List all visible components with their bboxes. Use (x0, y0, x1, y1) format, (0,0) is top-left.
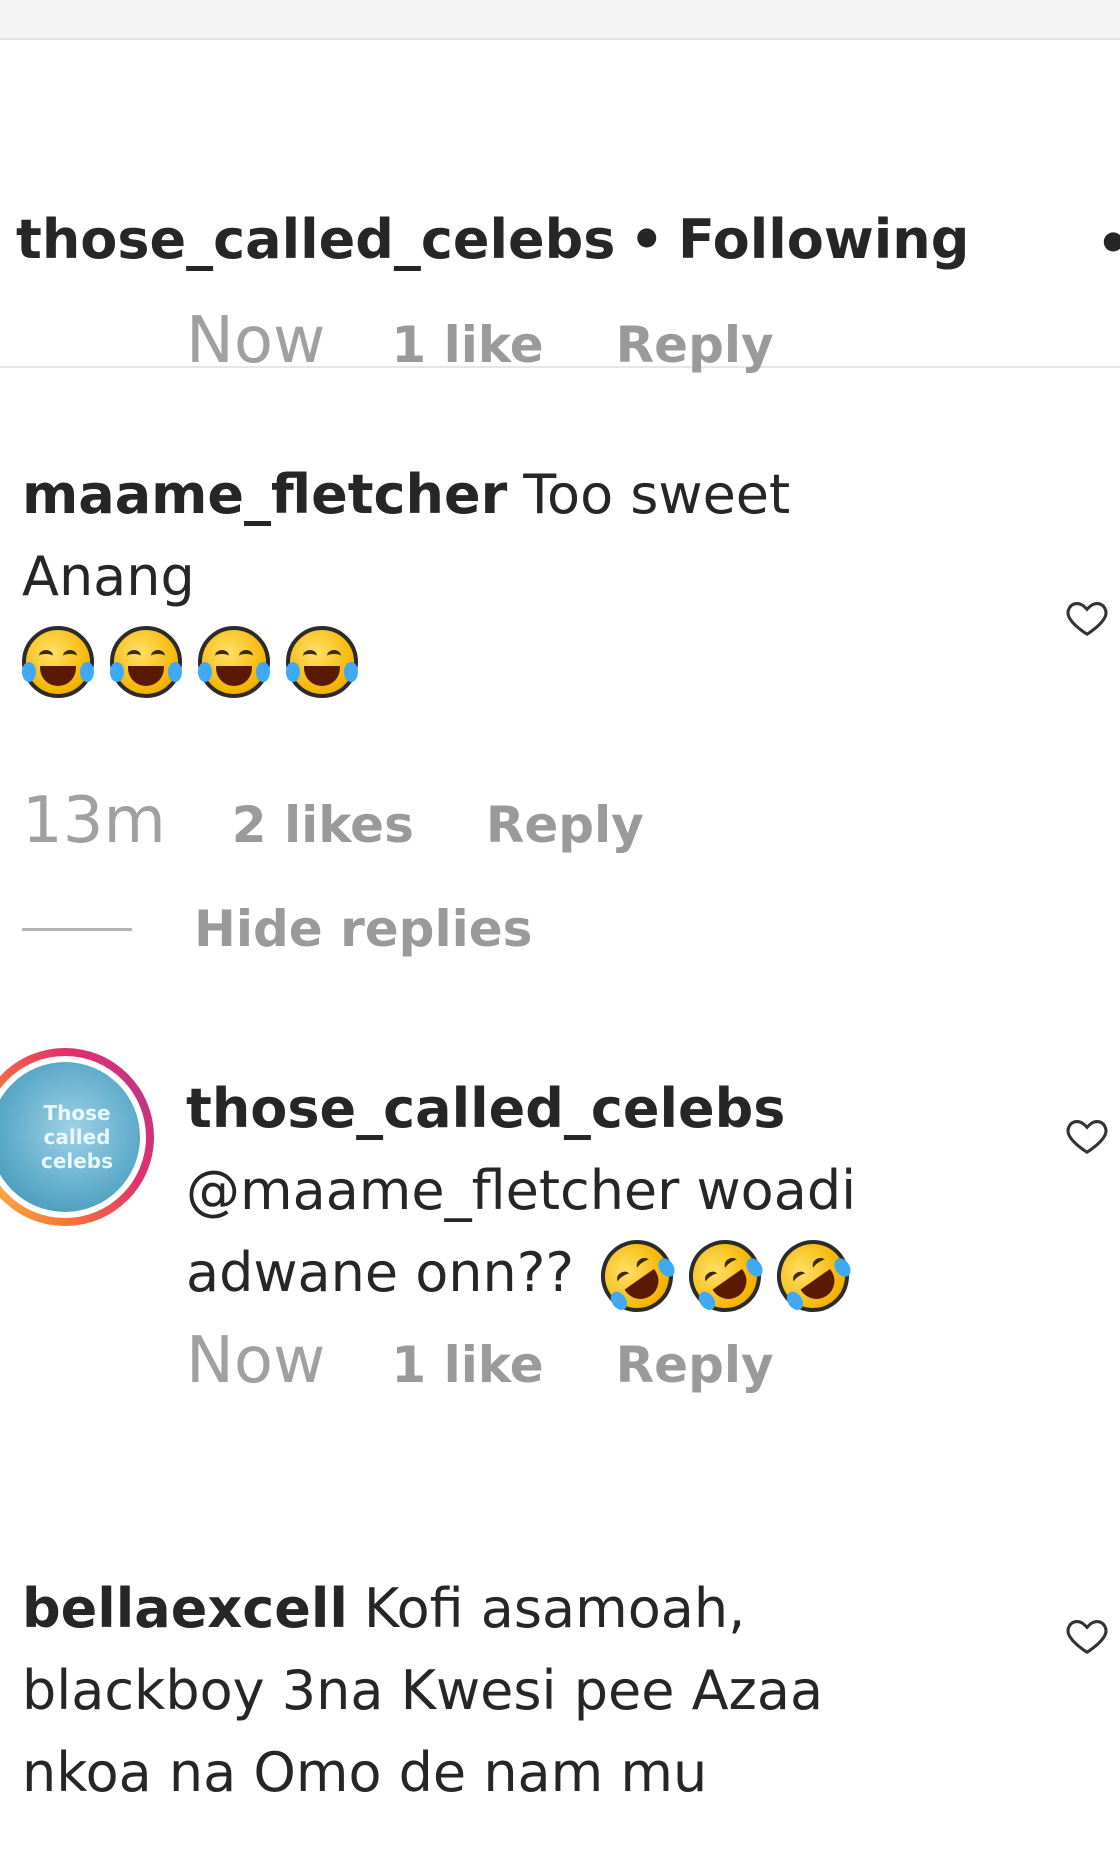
avatar-photo: Those called celebs (0, 1062, 140, 1212)
face-with-tears-of-joy-emoji (110, 626, 182, 699)
hide-replies-label[interactable]: Hide replies (194, 900, 532, 958)
comment-text-line: blackboy 3na Kwesi pee Azaa (22, 1659, 824, 1722)
comment-username[interactable]: maame_fletcher (22, 463, 507, 526)
comment-text-line: Kofi asamoah, (363, 1577, 746, 1640)
comment-body: maame_fletcher Too sweet Anang (22, 454, 882, 700)
comment-body: bellaexcell Kofi asamoah, blackboy 3na Kw… (22, 1568, 902, 1814)
browser-top-strip (0, 0, 1120, 40)
comment-likes-link[interactable]: 1 like (391, 316, 543, 374)
comment-username[interactable]: bellaexcell (22, 1577, 348, 1640)
reply-body: those_called_celebs @maame_fletcher woad… (186, 1068, 1046, 1327)
reply-meta: Now 1 like Reply (186, 1324, 774, 1398)
replies-divider-line (22, 927, 132, 931)
comment-text-line: nkoa na Omo de nam mu (22, 1741, 708, 1804)
face-with-tears-of-joy-emoji (198, 626, 270, 699)
comment-likes-link[interactable]: 2 likes (232, 796, 414, 854)
face-with-tears-of-joy-emoji (22, 626, 94, 699)
rolling-on-the-floor-laughing-emoji (675, 1226, 776, 1327)
avatar-inner: Those called celebs (0, 1056, 146, 1218)
comment-timestamp: 13m (22, 784, 166, 858)
reply-likes-link[interactable]: 1 like (391, 1336, 543, 1394)
face-with-tears-of-joy-emoji (286, 626, 358, 699)
post-author-username[interactable]: those_called_celebs (16, 208, 615, 271)
reply-text-line: adwane onn?? (186, 1241, 575, 1304)
more-options-icon[interactable]: • (1096, 212, 1120, 275)
avatar[interactable]: Those called celebs (0, 1048, 154, 1226)
reply-text-line: @maame_fletcher woadi (186, 1159, 857, 1222)
like-heart-icon[interactable] (1064, 1612, 1110, 1658)
comment-reply-button[interactable]: Reply (616, 316, 774, 374)
reply-username[interactable]: those_called_celebs (186, 1068, 1030, 1150)
comment-timestamp: Now (186, 304, 326, 378)
rolling-on-the-floor-laughing-emoji (587, 1226, 688, 1327)
comment-meta: 13m 2 likes Reply (22, 784, 644, 858)
hide-replies-toggle[interactable]: Hide replies (22, 900, 532, 958)
following-button[interactable]: Following (678, 208, 969, 271)
comment-meta: Now 1 like Reply (186, 304, 774, 378)
rolling-on-the-floor-laughing-emoji (763, 1226, 864, 1327)
comment-reply-button[interactable]: Reply (486, 796, 644, 854)
like-heart-icon[interactable] (1064, 1112, 1110, 1158)
like-heart-icon[interactable] (1064, 594, 1110, 640)
separator-dot: • (629, 208, 664, 271)
reply-reply-button[interactable]: Reply (616, 1336, 774, 1394)
emoji-row (22, 618, 882, 700)
reply-text-line-with-emoji: adwane onn?? (186, 1226, 1046, 1327)
post-author-line: those_called_celebs • Following (16, 208, 969, 271)
reply-timestamp: Now (186, 1324, 326, 1398)
